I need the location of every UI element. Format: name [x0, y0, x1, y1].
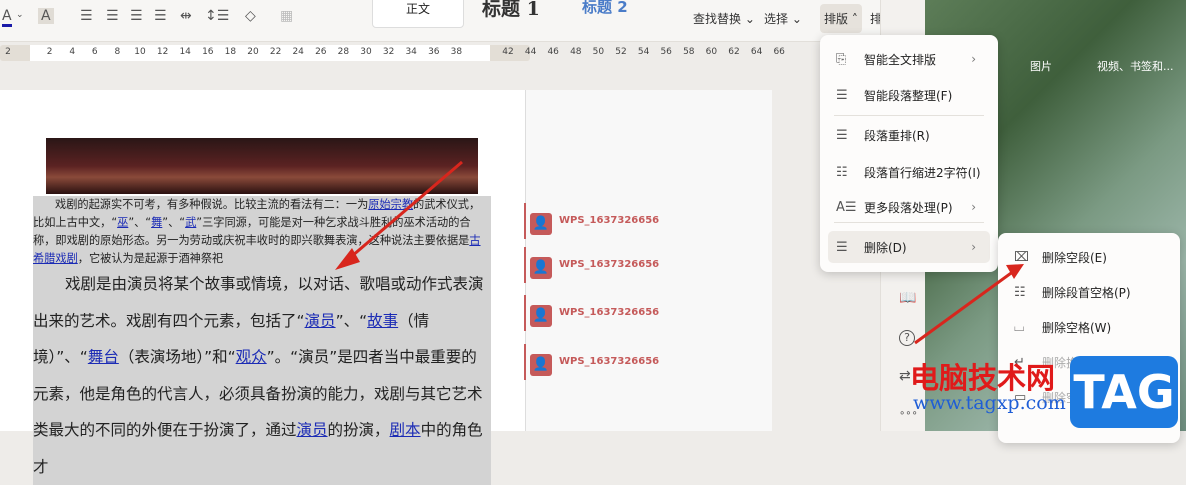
watermark-url: www.tagxp.com: [913, 392, 1066, 414]
arrow-line-1: [344, 160, 463, 264]
arrow-line-2: [914, 266, 1019, 345]
watermark-site-name: 电脑技术网: [910, 361, 1056, 395]
tag-logo: TAG: [1070, 356, 1178, 428]
arrow-head-2: [1006, 264, 1024, 279]
